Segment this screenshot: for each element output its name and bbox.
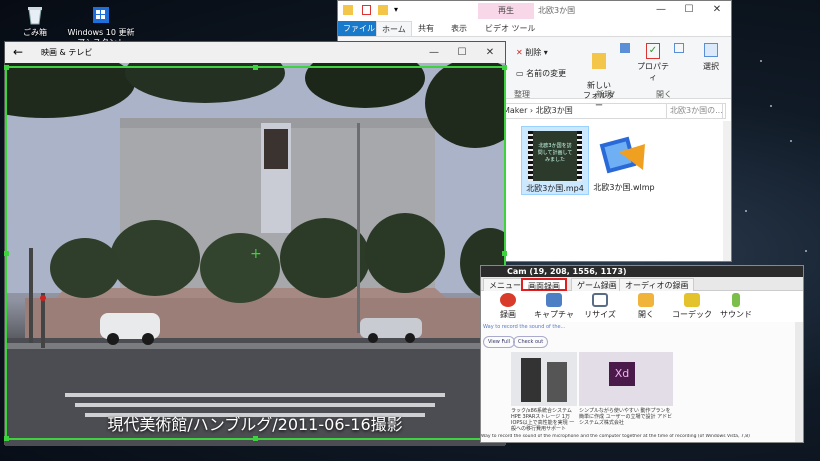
select-button[interactable]: 選択 xyxy=(698,43,724,72)
properties-icon: ✓ xyxy=(646,43,660,59)
resize-label: リサイズ xyxy=(584,310,616,319)
recycle-bin-icon xyxy=(24,4,46,26)
select-icon xyxy=(704,43,718,57)
capture-label: キャプチャ xyxy=(534,310,574,319)
tab-video-tools[interactable]: ビデオ ツール xyxy=(480,21,541,36)
ribbon-tabs: ファイル ホーム 共有 表示 ビデオ ツール xyxy=(338,20,731,37)
file-item-wlmp[interactable]: 北欧3か国.wlmp xyxy=(590,126,658,193)
properties-label: プロパティ xyxy=(637,62,669,82)
resize-icon xyxy=(592,293,608,307)
tab-game-recording[interactable]: ゲーム録画 xyxy=(571,278,623,291)
thumbnail-text: 北欧3か国を訪問して計画してみました xyxy=(537,143,573,163)
minimize-button[interactable]: — xyxy=(650,3,672,17)
sound-button[interactable]: サウンド xyxy=(713,293,759,320)
window-title: 映画 & テレビ xyxy=(41,48,93,57)
record-button[interactable]: 録画 xyxy=(485,293,531,320)
search-input[interactable]: 北欧3か国の... xyxy=(666,103,726,119)
camera-icon xyxy=(546,293,562,307)
record-label: 録画 xyxy=(500,310,516,319)
properties-quick-icon[interactable] xyxy=(362,5,371,15)
server-rack-icon xyxy=(521,358,541,402)
close-button[interactable]: ✕ xyxy=(479,46,501,60)
codec-button[interactable]: コーデック xyxy=(669,293,715,320)
desktop-icon-recycle-bin[interactable]: ごみ箱 xyxy=(0,4,70,38)
vertical-scrollbar[interactable] xyxy=(723,121,731,261)
bandicam-content: Way to record the sound of the... View F… xyxy=(481,322,797,442)
sound-label: サウンド xyxy=(720,310,752,319)
ad-image-adobe[interactable]: Xd xyxy=(579,352,673,406)
record-icon xyxy=(500,293,516,307)
open-icon[interactable] xyxy=(674,43,684,53)
movies-titlebar: ← 映画 & テレビ — ☐ ✕ xyxy=(5,42,505,63)
desktop-icon-label: ごみ箱 xyxy=(23,28,47,37)
ad-caption: ラック/x86系統合システムHPE 3PARストレージ 1万IOPS以上で高性能… xyxy=(511,408,575,432)
video-subtitle: 現代美術館/ハンブルグ/2011-06-16撮影 xyxy=(107,415,403,434)
crosshair-icon: + xyxy=(250,246,262,262)
delete-icon: ✕ xyxy=(516,48,523,57)
select-label: 選択 xyxy=(703,62,719,71)
ad-image-server[interactable] xyxy=(511,352,577,406)
bandicam-title: Cam (19, 208, 1556, 1173) xyxy=(481,266,803,277)
movie-maker-icon xyxy=(597,130,651,180)
movies-tv-window: ← 映画 & テレビ — ☐ ✕ 現代美術館/ハンブルグ/2011-06-16撮… xyxy=(4,41,506,446)
explorer-titlebar: ▾ 再生 北欧3か国 — ☐ ✕ xyxy=(338,1,731,20)
delete-label: 削除 xyxy=(525,48,542,57)
rename-button[interactable]: ▭ 名前の変更 xyxy=(516,68,566,79)
group-label-organize: 整理 xyxy=(514,90,530,99)
file-item-mp4[interactable]: 北欧3か国を訪問して計画してみました 北欧3か国.mp4 xyxy=(521,126,589,195)
folder-icon xyxy=(343,5,353,15)
open-label: 開く xyxy=(638,310,654,319)
rename-icon: ▭ xyxy=(516,69,524,78)
maximize-button[interactable]: ☐ xyxy=(678,3,700,17)
close-button[interactable]: ✕ xyxy=(706,3,728,17)
tab-view[interactable]: 表示 xyxy=(446,21,472,36)
back-arrow-icon[interactable]: ← xyxy=(13,45,23,59)
new-folder-button[interactable]: 新しい フォルダー xyxy=(583,43,615,111)
folder-icon xyxy=(638,293,654,307)
tab-file[interactable]: ファイル xyxy=(338,21,380,36)
footer-text: Way to record the sound of the microphon… xyxy=(481,434,750,439)
context-tab-play[interactable]: 再生 xyxy=(478,3,534,19)
window-title: 北欧3か国 xyxy=(538,6,576,15)
rename-label: 名前の変更 xyxy=(526,69,567,78)
resize-button[interactable]: リサイズ xyxy=(577,293,623,320)
help-link[interactable]: Way to record the sound of the... xyxy=(483,324,565,330)
codec-icon xyxy=(684,293,700,307)
video-thumbnail: 北欧3か国を訪問して計画してみました xyxy=(528,131,582,181)
bandicam-toolbar: 録画 キャプチャ リサイズ 開く コーデック サウンド xyxy=(481,291,803,322)
codec-label: コーデック xyxy=(672,310,712,319)
maximize-button[interactable]: ☐ xyxy=(451,46,473,60)
tab-home[interactable]: ホーム xyxy=(376,21,412,36)
windows-update-icon xyxy=(90,4,112,26)
tab-screen-recording[interactable]: 画面録画 xyxy=(521,278,567,291)
new-folder-quick-icon[interactable] xyxy=(378,5,388,15)
new-folder-icon xyxy=(592,53,606,69)
tab-audio-recording[interactable]: オーディオの録画 xyxy=(619,278,695,291)
group-label-new: 新規 xyxy=(596,90,612,99)
ad-caption: シンプルながら使いやすい 動作プランを簡単に作成 ユーザーの立場で設計 アドビシ… xyxy=(579,408,673,426)
delete-button[interactable]: ✕ 削除 ▾ xyxy=(516,47,548,58)
tab-share[interactable]: 共有 xyxy=(413,21,439,36)
check-out-button[interactable]: Check out xyxy=(513,336,549,348)
properties-button[interactable]: ✓ プロパティ xyxy=(636,43,670,83)
server-rack-icon xyxy=(547,362,567,402)
open-button[interactable]: 開く xyxy=(623,293,669,320)
microphone-icon xyxy=(732,293,740,307)
file-name: 北欧3か国.mp4 xyxy=(526,184,584,193)
new-item-icon[interactable] xyxy=(620,43,630,53)
minimize-button[interactable]: — xyxy=(423,46,445,60)
bandicam-window: Cam (19, 208, 1556, 1173) メニュー 画面録画 ゲーム録… xyxy=(480,265,804,443)
quick-access-dropdown-icon[interactable]: ▾ xyxy=(394,5,398,14)
bandicam-tabs: メニュー 画面録画 ゲーム録画 オーディオの録画 xyxy=(481,277,803,291)
group-label-open: 開く xyxy=(656,90,672,99)
adobe-xd-icon: Xd xyxy=(609,362,635,386)
file-name: 北欧3か国.wlmp xyxy=(593,183,655,192)
capture-button[interactable]: キャプチャ xyxy=(531,293,577,320)
view-full-button[interactable]: View Full xyxy=(483,336,516,348)
vertical-scrollbar[interactable] xyxy=(795,322,803,442)
